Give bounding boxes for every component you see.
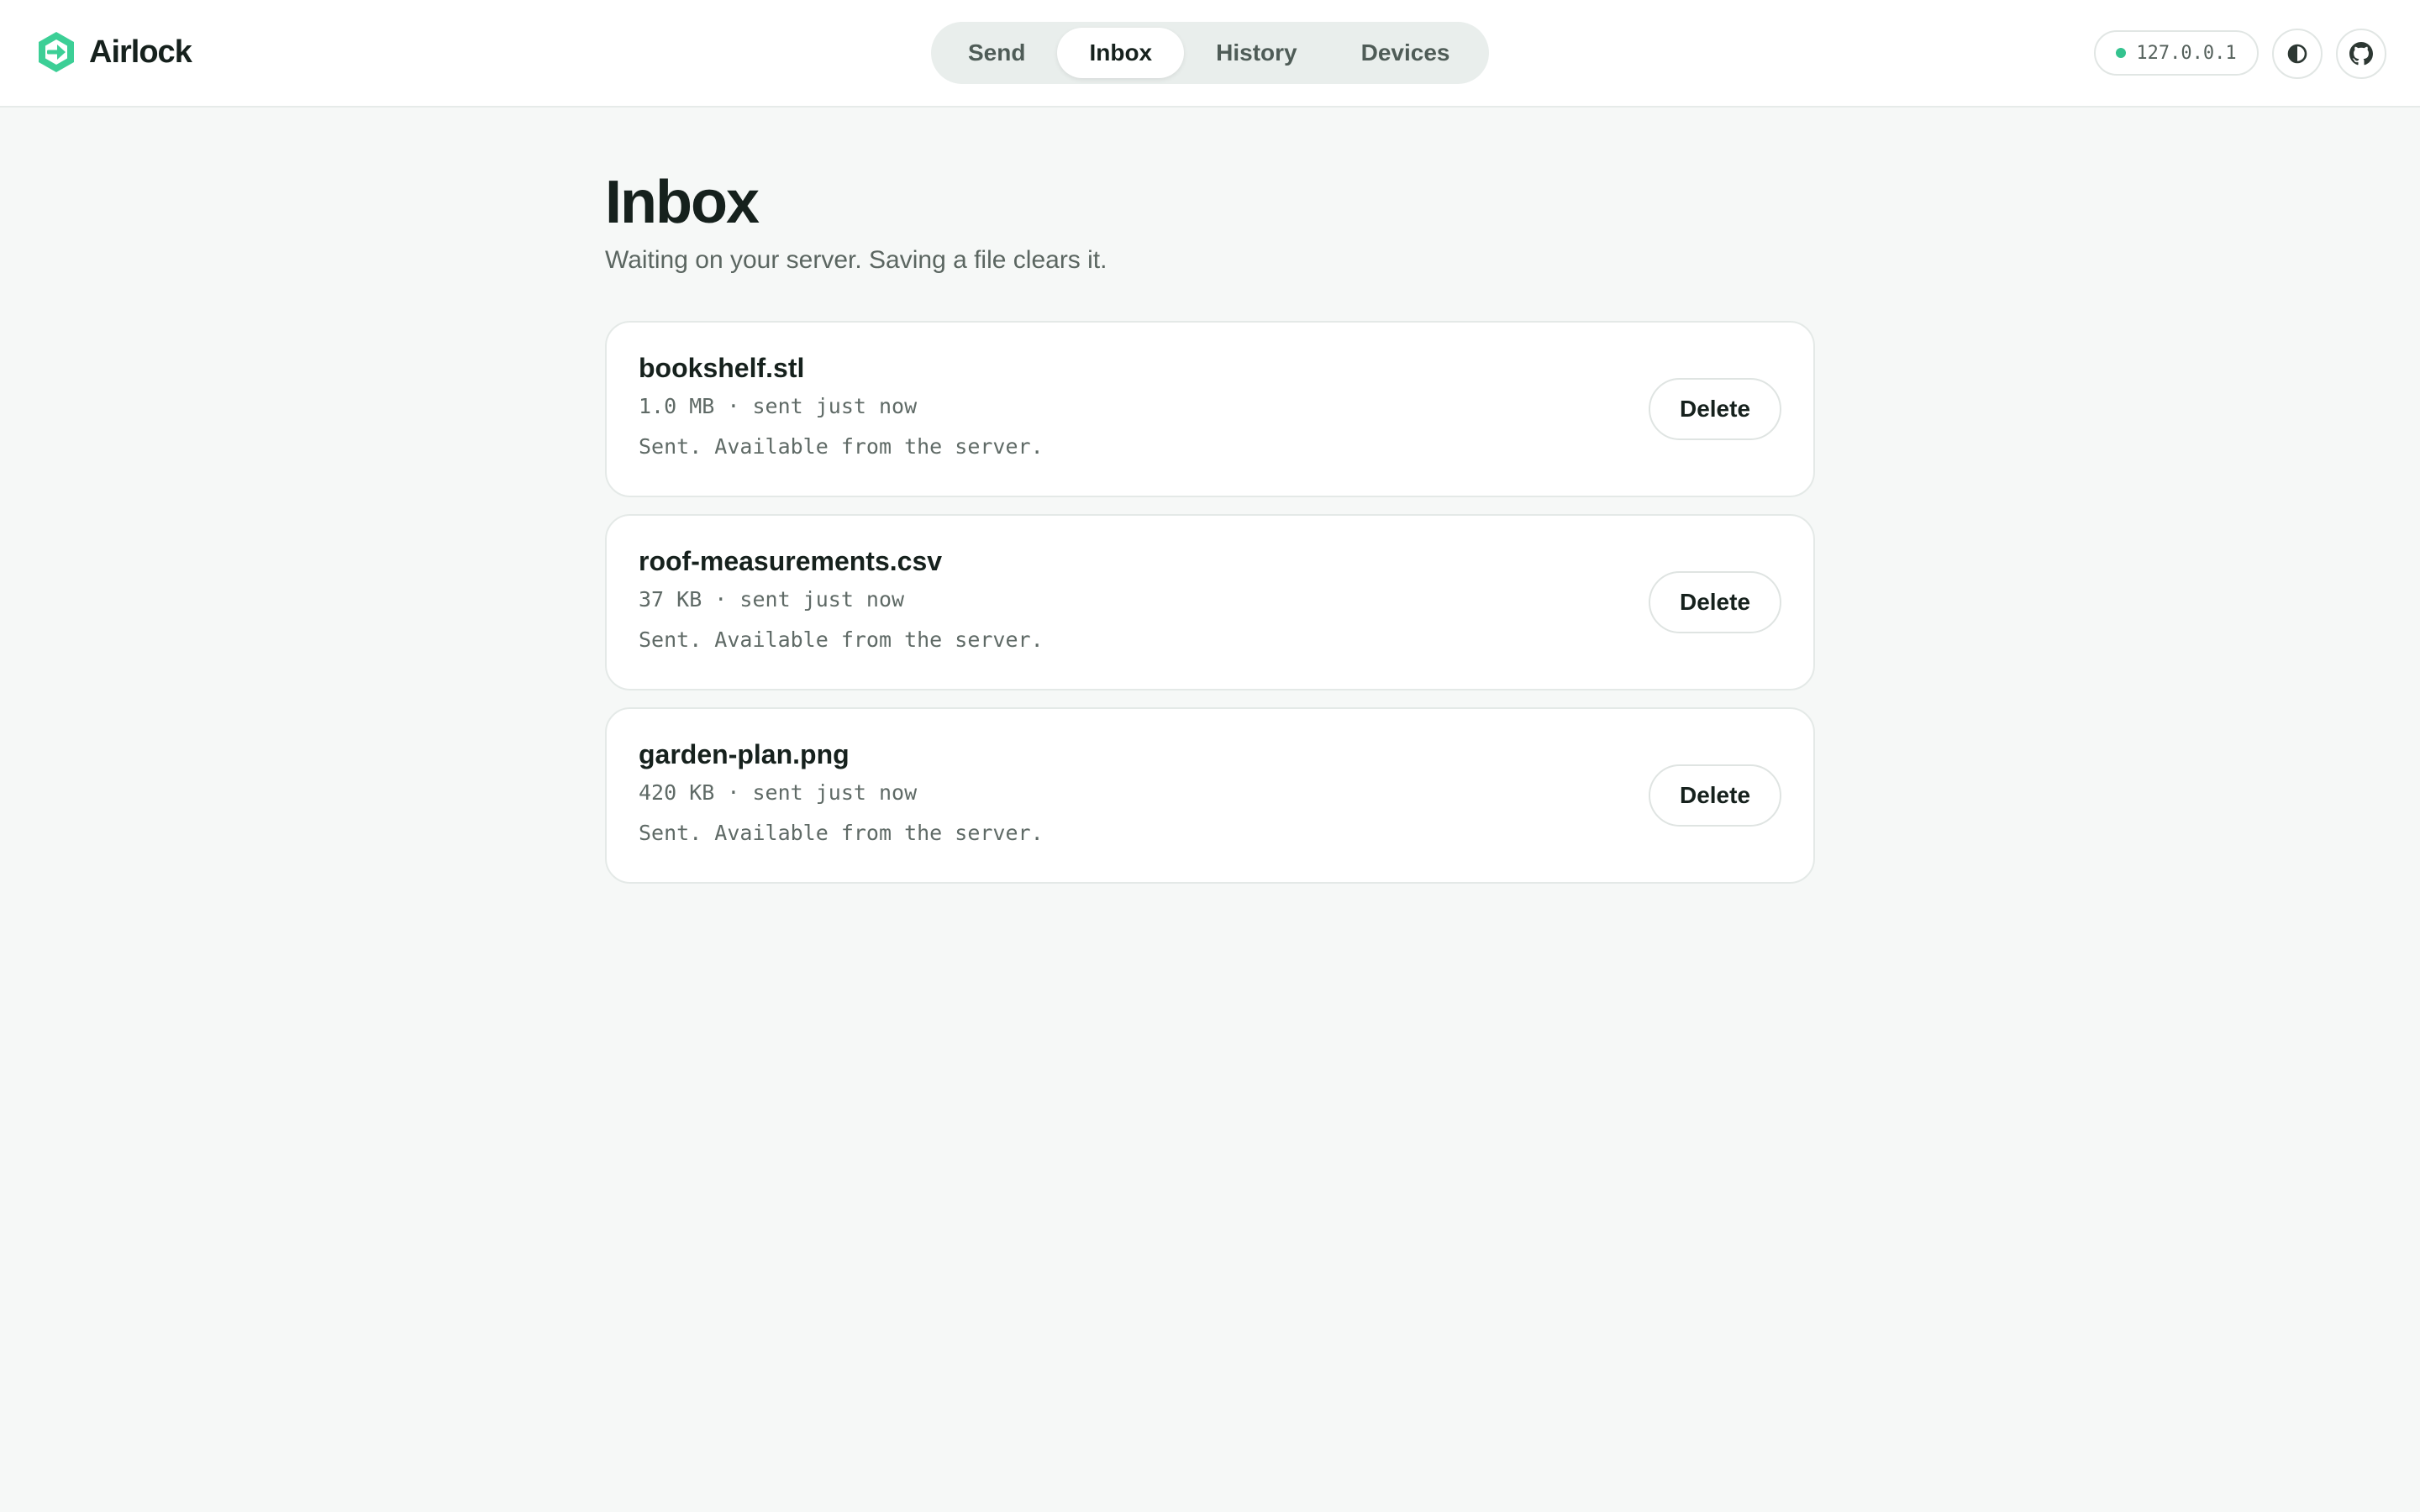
delete-button[interactable]: Delete	[1649, 378, 1781, 440]
top-bar: Airlock Send Inbox History Devices 127.0…	[0, 0, 2420, 108]
tab-devices[interactable]: Devices	[1329, 28, 1482, 78]
tab-inbox[interactable]: Inbox	[1057, 28, 1185, 78]
file-meta: 420 KB · sent just now	[639, 780, 918, 805]
page-subtitle: Waiting on your server. Saving a file cl…	[605, 246, 1107, 274]
delete-button[interactable]: Delete	[1649, 764, 1781, 827]
file-name: roof-measurements.csv	[639, 546, 943, 576]
online-status-dot	[2116, 48, 2127, 58]
file-meta: 1.0 MB · sent just now	[639, 394, 918, 418]
airlock-logo-icon	[34, 29, 79, 75]
page-title: Inbox	[605, 169, 760, 236]
file-status: Sent. Available from the server.	[639, 821, 1044, 845]
brand-name: Airlock	[89, 34, 192, 70]
file-card: roof-measurements.csv 37 KB · sent just …	[605, 514, 1815, 690]
server-status-badge: 127.0.0.1	[2094, 30, 2259, 76]
file-name: garden-plan.png	[639, 739, 850, 769]
file-name: bookshelf.stl	[639, 353, 805, 383]
brand[interactable]: Airlock	[34, 29, 192, 76]
delete-button[interactable]: Delete	[1649, 571, 1781, 633]
server-address: 127.0.0.1	[2136, 42, 2237, 64]
tab-send[interactable]: Send	[936, 28, 1057, 78]
contrast-icon	[2286, 42, 2309, 66]
tab-history[interactable]: History	[1184, 28, 1328, 78]
file-card: garden-plan.png 420 KB · sent just now S…	[605, 707, 1815, 884]
file-card: bookshelf.stl 1.0 MB · sent just now Sen…	[605, 321, 1815, 497]
main-nav-tabs: Send Inbox History Devices	[931, 22, 1489, 84]
github-icon	[2349, 42, 2373, 66]
file-meta: 37 KB · sent just now	[639, 587, 905, 612]
file-status: Sent. Available from the server.	[639, 627, 1044, 652]
theme-toggle-button[interactable]	[2272, 29, 2323, 79]
github-link-button[interactable]	[2336, 29, 2386, 79]
inbox-file-list: bookshelf.stl 1.0 MB · sent just now Sen…	[605, 321, 1815, 900]
file-status: Sent. Available from the server.	[639, 434, 1044, 459]
